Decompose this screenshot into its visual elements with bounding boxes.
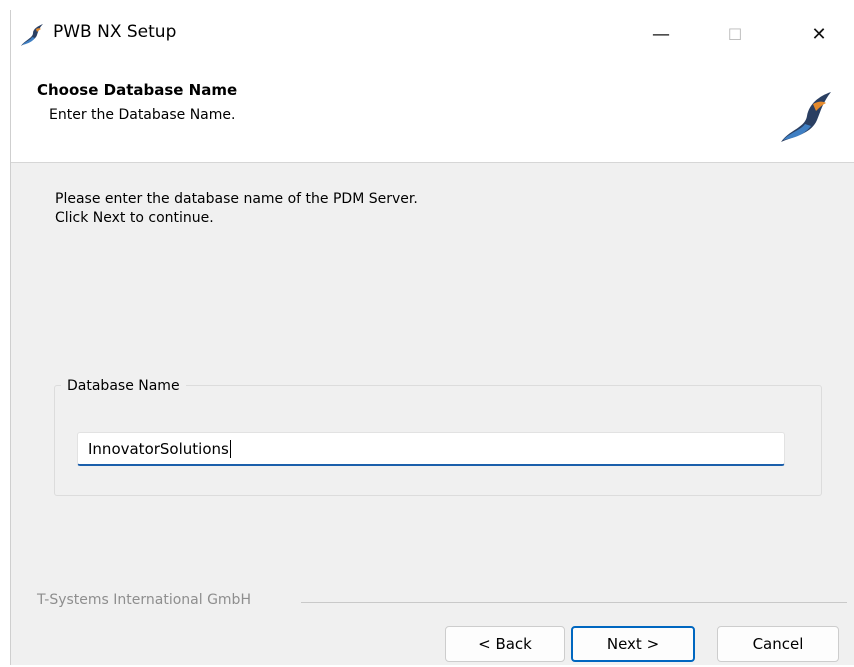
cancel-button[interactable]: Cancel <box>717 626 839 662</box>
minimize-button[interactable]: — <box>631 10 691 58</box>
page-subtitle: Enter the Database Name. <box>49 107 236 123</box>
page-title: Choose Database Name <box>37 81 238 99</box>
text-caret <box>229 439 231 458</box>
instruction-line-1: Please enter the database name of the PD… <box>55 191 418 207</box>
database-name-value: InnovatorSolutions <box>88 439 229 458</box>
maximize-button[interactable]: ☐ <box>705 10 765 58</box>
database-name-input[interactable]: InnovatorSolutions <box>77 432 785 466</box>
setup-window: PWB NX Setup — ☐ ✕ Choose Database Name … <box>10 10 854 665</box>
back-button[interactable]: < Back <box>445 626 565 662</box>
database-name-group-label: Database Name <box>61 378 186 394</box>
title-bar[interactable]: PWB NX Setup — ☐ ✕ <box>11 10 854 58</box>
instructions: Please enter the database name of the PD… <box>55 190 418 228</box>
instruction-line-2: Click Next to continue. <box>55 210 214 226</box>
close-button[interactable]: ✕ <box>789 10 849 58</box>
next-button[interactable]: Next > <box>571 626 695 662</box>
brand-label: T-Systems International GmbH <box>37 592 261 608</box>
wizard-header: Choose Database Name Enter the Database … <box>11 58 854 163</box>
footer-divider <box>301 602 847 603</box>
app-logo-icon <box>21 24 43 46</box>
header-logo-icon <box>781 92 831 142</box>
window-title: PWB NX Setup <box>53 22 177 42</box>
